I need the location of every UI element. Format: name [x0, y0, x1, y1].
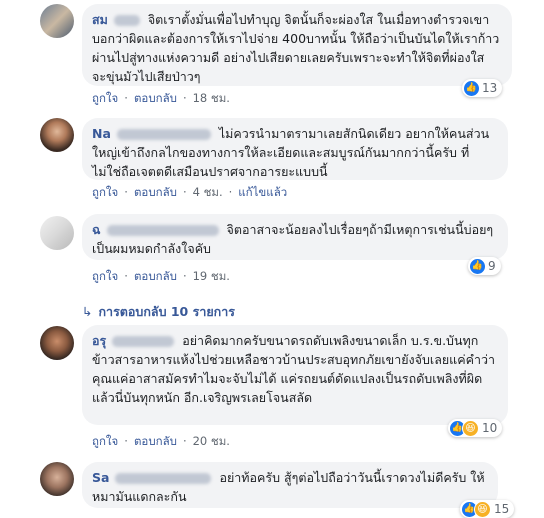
comment-bubble: สม จิตเราตั้งมั่นเพื่อไปทำบุญ จิตนั้นก็จ… — [82, 4, 512, 86]
timestamp[interactable]: 4 ชม. — [193, 185, 223, 199]
comment-text: จิตเราตั้งมั่นเพื่อไปทำบุญ จิตนั้นก็จะผ่… — [92, 12, 500, 84]
comment-bubble: Na ไม่ควรนำมาตรามาเลยสักนิดเดียว อยากให้… — [82, 118, 508, 180]
commenter-name[interactable]: Na — [92, 126, 111, 141]
reply-link[interactable]: ตอบกลับ — [134, 269, 177, 283]
avatar[interactable] — [40, 4, 74, 38]
comment-meta: ถูกใจ · ตอบกลับ · 18 ชม. — [92, 91, 230, 105]
timestamp[interactable]: 20 ชม. — [193, 434, 230, 448]
comment-bubble: ฉ จิตอาสาจะน้อยลงไปเรื่อยๆถ้ามีเหตุการเช… — [82, 214, 508, 260]
commenter-name[interactable]: อรุ — [92, 333, 106, 348]
comment-meta: ถูกใจ · ตอบกลับ · 4 ชม. · แก้ไขแล้ว — [92, 185, 288, 199]
haha-icon: 😆 — [474, 500, 491, 518]
avatar[interactable] — [40, 326, 74, 360]
haha-icon: 😆 — [462, 419, 479, 437]
reply-link[interactable]: ตอบกลับ — [134, 91, 177, 105]
avatar[interactable] — [40, 462, 74, 496]
reply-arrow-icon: ↳ — [82, 304, 93, 319]
comment-meta: ถูกใจ · ตอบกลับ · 19 ชม. — [92, 269, 230, 283]
reaction-count[interactable]: 👍 13 — [462, 79, 503, 97]
commenter-name[interactable]: สม — [92, 12, 108, 27]
avatar[interactable] — [40, 216, 74, 250]
like-link[interactable]: ถูกใจ — [92, 434, 118, 448]
reply-link[interactable]: ตอบกลับ — [134, 185, 177, 199]
comment-bubble: Sa อย่าท้อครับ สู้ๆต่อไปถือว่าวันนี้เราด… — [82, 462, 498, 508]
comment-meta: ถูกใจ · ตอบกลับ · 20 ชม. — [92, 434, 230, 448]
comment-bubble: อรุ อย่าคิดมากครับขนาดรถดับเพลิงขนาดเล็ก… — [82, 325, 508, 425]
edited-label[interactable]: แก้ไขแล้ว — [238, 185, 287, 199]
view-replies-link[interactable]: ↳ การตอบกลับ 10 รายการ — [82, 302, 235, 322]
reaction-count[interactable]: 👍 😆 15 — [460, 500, 515, 518]
reaction-count[interactable]: 👍 😆 10 — [448, 419, 503, 437]
like-link[interactable]: ถูกใจ — [92, 185, 118, 199]
like-icon: 👍 — [464, 80, 479, 96]
commenter-name[interactable]: Sa — [92, 470, 109, 485]
reaction-count[interactable]: 👍 9 — [468, 257, 501, 275]
like-link[interactable]: ถูกใจ — [92, 91, 118, 105]
timestamp[interactable]: 19 ชม. — [193, 269, 230, 283]
timestamp[interactable]: 18 ชม. — [193, 91, 230, 105]
like-icon: 👍 — [470, 258, 485, 274]
reply-link[interactable]: ตอบกลับ — [134, 434, 177, 448]
like-link[interactable]: ถูกใจ — [92, 269, 118, 283]
avatar[interactable] — [40, 118, 74, 152]
commenter-name[interactable]: ฉ — [92, 222, 101, 237]
